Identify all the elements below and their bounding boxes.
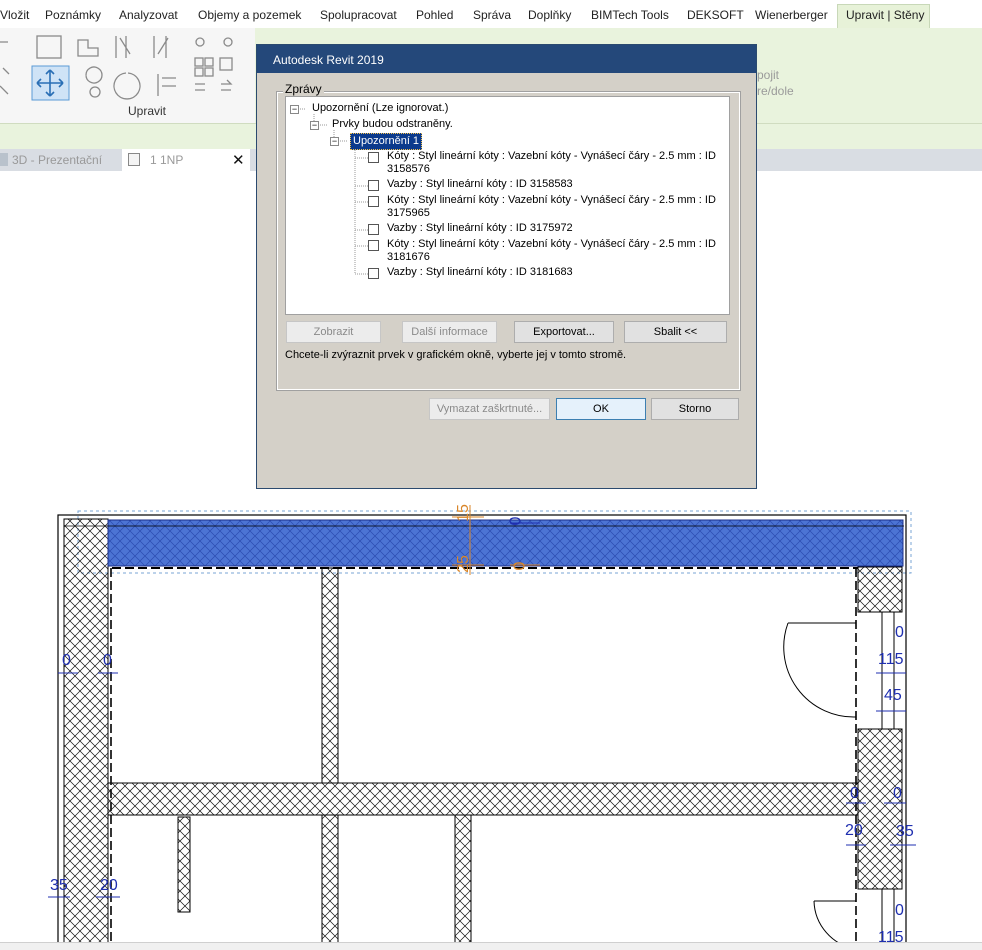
- menu-bar: Vložit Poznámky Analyzovat Objemy a poze…: [0, 0, 982, 29]
- tree-item-text: Kóty : Styl lineární kóty : Vazební kóty…: [387, 150, 716, 162]
- tab-label: 1 1NP: [150, 153, 184, 167]
- dimension-label: 0: [103, 652, 112, 669]
- dimension-label: 0: [62, 652, 71, 669]
- tree-item[interactable]: Kóty : Styl lineární kóty : Vazební kóty…: [387, 238, 716, 264]
- tree-item[interactable]: Kóty : Styl lineární kóty : Vazební kóty…: [387, 194, 716, 220]
- collapse-button[interactable]: Sbalit <<: [624, 321, 727, 343]
- menu-spolupracovat[interactable]: Spolupracovat: [320, 8, 397, 22]
- messages-tree[interactable]: − Upozornění (Lze ignorovat.) − Prvky bu…: [285, 96, 730, 315]
- dimension-label: 15: [454, 504, 472, 522]
- more-info-button[interactable]: Další informace: [402, 321, 497, 343]
- menu-deksoft[interactable]: DEKSOFT: [687, 8, 744, 22]
- tree-item-text-2: 3181676: [387, 251, 430, 263]
- menu-vlozit[interactable]: Vložit: [0, 8, 29, 22]
- dimension-label: 0: [895, 624, 904, 641]
- dimension-label: 20: [845, 822, 863, 839]
- hint-text: Chcete-li zvýraznit prvek v grafickém ok…: [285, 349, 627, 361]
- dialog-title-bar[interactable]: Autodesk Revit 2019: [257, 45, 756, 73]
- cancel-button[interactable]: Storno: [651, 398, 739, 420]
- floor-plan-icon: [128, 153, 140, 166]
- tree-item-checkbox[interactable]: [368, 268, 379, 279]
- tree-item-checkbox[interactable]: [368, 240, 379, 251]
- ribbon-group-label: Upravit: [128, 104, 167, 118]
- ok-button[interactable]: OK: [556, 398, 646, 420]
- tree-item-text-2: 3158576: [387, 163, 430, 175]
- tree-item[interactable]: Vazby : Styl lineární kóty : ID 3181683: [387, 266, 573, 279]
- tree-item-text: Kóty : Styl lineární kóty : Vazební kóty…: [387, 194, 716, 206]
- show-button[interactable]: Zobrazit: [286, 321, 381, 343]
- tab-3d-prezentacni[interactable]: 3D - Prezentační: [0, 149, 120, 171]
- tree-item-text: Kóty : Styl lineární kóty : Vazební kóty…: [387, 238, 716, 250]
- dimension-label: 35: [896, 823, 914, 840]
- dimension-label: 0: [895, 902, 904, 919]
- menu-pohled[interactable]: Pohled: [416, 8, 453, 22]
- tree-collapse-icon[interactable]: −: [290, 105, 299, 114]
- view-3d-icon: [0, 153, 8, 166]
- tree-item[interactable]: Vazby : Styl lineární kóty : ID 3158583: [387, 178, 573, 191]
- close-icon[interactable]: ✕: [232, 151, 245, 169]
- menu-sprava[interactable]: Správa: [473, 8, 511, 22]
- tree-node-level2[interactable]: Prvky budou odstraněny.: [332, 118, 453, 131]
- dimension-label: 45: [884, 687, 902, 704]
- tab-label: 3D - Prezentační: [12, 153, 103, 167]
- tree-collapse-icon[interactable]: −: [330, 137, 339, 146]
- menu-analyzovat[interactable]: Analyzovat: [119, 8, 178, 22]
- tree-node-level3-selected[interactable]: Upozornění 1: [350, 133, 423, 150]
- tree-item[interactable]: Vazby : Styl lineární kóty : ID 3175972: [387, 222, 573, 235]
- menu-poznamky[interactable]: Poznámky: [45, 8, 101, 22]
- delete-checked-button[interactable]: Vymazat zaškrtnuté...: [429, 398, 550, 420]
- tree-item[interactable]: Kóty : Styl lineární kóty : Vazební kóty…: [387, 150, 716, 176]
- tree-item-checkbox[interactable]: [368, 224, 379, 235]
- export-button[interactable]: Exportovat...: [514, 321, 614, 343]
- tree-collapse-icon[interactable]: −: [310, 121, 319, 130]
- menu-upravit-steny[interactable]: Upravit | Stěny: [837, 4, 930, 28]
- tree-item-checkbox[interactable]: [368, 152, 379, 163]
- dimension-label: 0: [507, 516, 525, 526]
- tree-node-root[interactable]: Upozornění (Lze ignorovat.): [312, 102, 448, 115]
- dimension-label: 0: [511, 561, 529, 571]
- tree-item-checkbox[interactable]: [368, 180, 379, 191]
- dimension-label: 0: [893, 785, 902, 802]
- warning-dialog: Autodesk Revit 2019 Zprávy − Upozornění …: [256, 44, 757, 489]
- tree-item-text-2: 3175965: [387, 207, 430, 219]
- menu-objemy[interactable]: Objemy a pozemek: [198, 8, 301, 22]
- dimension-label: 115: [878, 651, 904, 668]
- menu-bimtech[interactable]: BIMTech Tools: [591, 8, 669, 22]
- tab-1np[interactable]: 1 1NP ✕: [122, 149, 250, 171]
- dimension-label: 20: [100, 877, 118, 894]
- dialog-title: Autodesk Revit 2019: [273, 53, 384, 67]
- ribbon-partial-label: pojit: [757, 68, 780, 82]
- messages-group-label: Zprávy: [283, 82, 324, 96]
- ribbon-partial-label-2: re/dole: [757, 84, 794, 98]
- dimension-label: 25: [454, 555, 472, 573]
- menu-doplnky[interactable]: Doplňky: [528, 8, 571, 22]
- dimension-label: 0: [850, 785, 859, 802]
- menu-wienerberger[interactable]: Wienerberger: [755, 8, 828, 22]
- tree-item-checkbox[interactable]: [368, 196, 379, 207]
- dimension-label: 35: [50, 877, 68, 894]
